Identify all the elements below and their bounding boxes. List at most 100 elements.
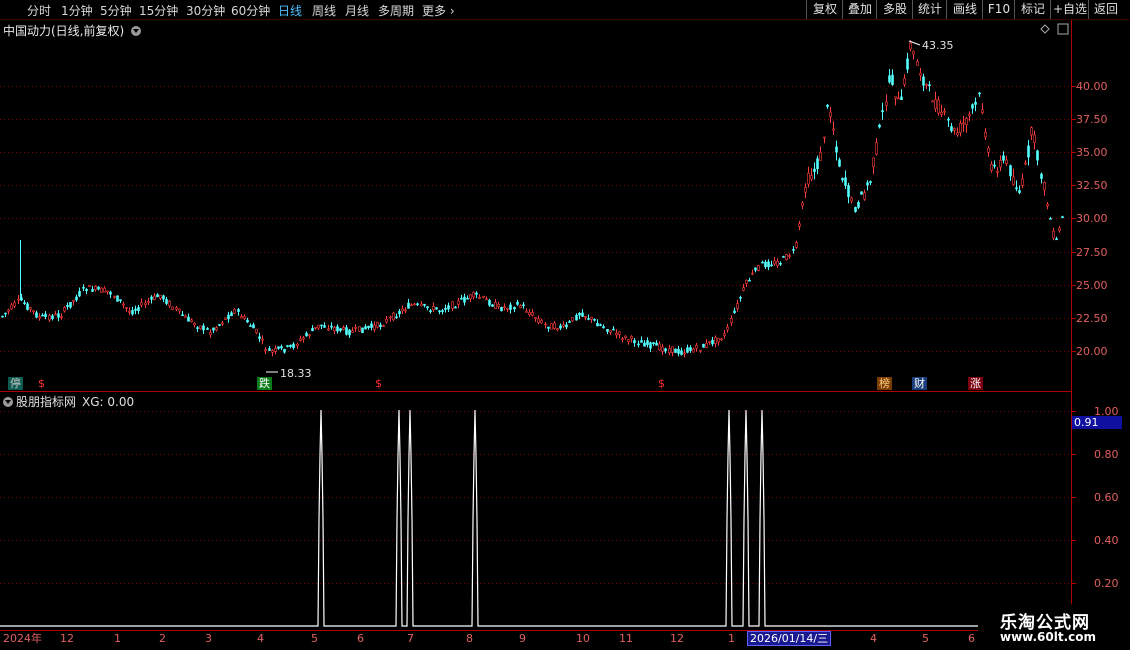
candle-body — [113, 296, 116, 298]
candle-body — [885, 101, 888, 106]
diamond-icon[interactable] — [1040, 24, 1050, 34]
candle-body — [395, 316, 398, 319]
candle-body — [426, 306, 429, 309]
candle-body — [361, 327, 364, 334]
candle-body — [587, 318, 590, 320]
candle-body — [491, 304, 494, 307]
candle-body — [78, 291, 81, 297]
candle-body — [978, 92, 981, 95]
candle-body — [615, 332, 618, 336]
candle-body — [782, 256, 785, 258]
ranking-badge[interactable]: 榜 — [877, 377, 892, 390]
candle-body — [618, 331, 621, 335]
candle-body — [798, 223, 801, 227]
pane-maximize-icon[interactable] — [1057, 23, 1069, 35]
candle-body — [178, 308, 181, 312]
candle-body — [872, 157, 875, 168]
x-tick-label: 11 — [619, 632, 633, 645]
x-tick-label: 6 — [968, 632, 975, 645]
candle-body — [413, 303, 416, 306]
rise-badge[interactable]: 涨 — [968, 377, 983, 390]
candle-body — [317, 324, 320, 329]
candle-body — [829, 111, 832, 118]
candle-body — [655, 342, 658, 346]
candle-body — [950, 126, 953, 132]
candle-body — [503, 306, 506, 309]
candle-body — [1049, 218, 1052, 220]
candle-body — [404, 309, 407, 312]
candle-body — [757, 265, 760, 271]
candle-body — [807, 172, 810, 185]
candle-body — [32, 310, 35, 312]
candle-body — [82, 286, 85, 289]
x-tick-label: 7 — [407, 632, 414, 645]
candle-body — [723, 333, 726, 336]
high-price-label: 43.35 — [922, 39, 954, 52]
candle-body — [264, 349, 267, 351]
candle-body — [633, 340, 636, 344]
candle-body — [258, 336, 261, 339]
candle-body — [736, 303, 739, 309]
candle-body — [624, 335, 627, 339]
candle-body — [320, 324, 323, 327]
chart-canvas[interactable]: 40.00 37.50 35.00 32.50 30.00 27.50 25.0… — [0, 0, 1130, 650]
candle-body — [69, 302, 72, 308]
x-tick-label: 8 — [466, 632, 473, 645]
candle-body — [593, 318, 596, 321]
x-tick-label: 12 — [670, 632, 684, 645]
dropdown-icon[interactable] — [3, 397, 13, 407]
candle-body — [519, 305, 522, 308]
dividend-badge[interactable]: $ — [373, 377, 384, 390]
candle-body — [339, 328, 342, 331]
suspend-badge[interactable]: 停 — [8, 377, 23, 390]
candle-body — [1021, 178, 1024, 186]
candle-body — [131, 310, 134, 315]
fall-badge[interactable]: 跌 — [257, 377, 272, 390]
candle-body — [475, 292, 478, 295]
candle-body — [392, 312, 395, 321]
candle-body — [525, 311, 528, 313]
candle-body — [509, 304, 512, 310]
candle-body — [261, 338, 264, 341]
finance-badge[interactable]: 财 — [912, 377, 927, 390]
candle-body — [984, 131, 987, 138]
candle-body — [162, 295, 165, 300]
candle-body — [819, 152, 822, 161]
candle-body — [590, 316, 593, 320]
candle-body — [506, 307, 509, 310]
candle-body — [140, 302, 143, 306]
candle-body — [630, 336, 633, 340]
candle-body — [478, 297, 481, 299]
dividend-badge[interactable]: $ — [36, 377, 47, 390]
candle-body — [4, 312, 7, 315]
candle-body — [237, 309, 240, 312]
candle-body — [311, 328, 314, 332]
candle-body — [869, 181, 872, 183]
candle-body — [748, 279, 751, 282]
candle-body — [420, 303, 423, 306]
candle-body — [330, 325, 333, 328]
candle-body — [779, 263, 782, 265]
candle-body — [91, 289, 94, 292]
candle-body — [1040, 173, 1043, 179]
low-price-label: 18.33 — [280, 367, 312, 380]
candle-body — [271, 350, 274, 353]
candle-body — [540, 320, 543, 324]
candle-body — [881, 110, 884, 113]
candle-body — [134, 308, 137, 311]
candle-body — [711, 339, 714, 345]
candle-body — [599, 324, 602, 326]
indicator-title[interactable]: 股朋指标网 XG: 0.00 — [3, 393, 134, 410]
candle-body — [333, 327, 336, 332]
candle-body — [776, 260, 779, 266]
candle-body — [531, 312, 534, 316]
candle-body — [565, 324, 568, 328]
candle-body — [609, 330, 612, 333]
x-tick-label: 3 — [205, 632, 212, 645]
candle-body — [692, 348, 695, 353]
candle-body — [646, 340, 649, 345]
candle-body — [761, 261, 764, 264]
candle-body — [925, 83, 928, 86]
dividend-badge[interactable]: $ — [656, 377, 667, 390]
candle-body — [292, 343, 295, 348]
